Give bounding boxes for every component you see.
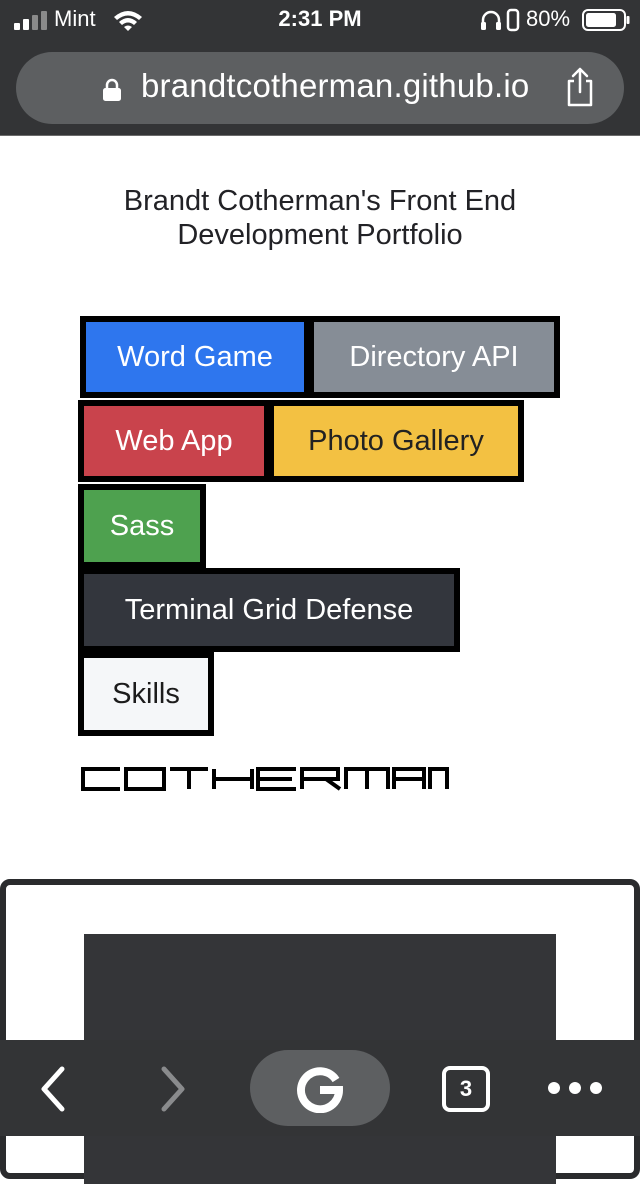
google-search-button[interactable] [250, 1050, 390, 1126]
url-text[interactable]: brandtcotherman.github.io [141, 67, 529, 105]
address-bar[interactable]: brandtcotherman.github.io [16, 52, 624, 124]
button-label: Photo Gallery [308, 424, 484, 457]
lock-icon [103, 78, 121, 101]
browser-toolbar: 3 [0, 1040, 640, 1136]
battery-icon [582, 9, 630, 31]
button-label: Web App [115, 424, 233, 457]
button-label: Word Game [117, 340, 273, 373]
back-icon[interactable] [34, 1064, 74, 1114]
tabs-button[interactable]: 3 [442, 1066, 490, 1112]
web-app-button[interactable]: Web App [78, 400, 270, 482]
button-label: Terminal Grid Defense [124, 593, 414, 626]
battery-percent: 80% [526, 6, 571, 31]
status-bar: Mint 2:31 PM 80% [0, 0, 640, 40]
directory-api-button[interactable]: Directory API [308, 316, 560, 398]
photo-gallery-button[interactable]: Photo Gallery [268, 400, 524, 482]
address-bar-area: brandtcotherman.github.io [0, 40, 640, 136]
headphones-icon [481, 10, 501, 30]
terminal-grid-defense-button[interactable]: Terminal Grid Defense [78, 568, 460, 652]
orientation-lock-icon [506, 8, 520, 32]
google-icon [297, 1067, 344, 1113]
sass-button[interactable]: Sass [78, 484, 206, 568]
forward-icon[interactable] [152, 1064, 192, 1114]
word-game-button[interactable]: Word Game [80, 316, 310, 398]
page-title: Brandt Cotherman's Front End Development… [123, 185, 517, 251]
skills-button[interactable]: Skills [78, 652, 214, 736]
cotherman-logo [81, 767, 449, 791]
tab-count: 3 [459, 1076, 473, 1101]
button-label: Directory API [349, 340, 519, 373]
button-label: Sass [109, 509, 175, 542]
share-icon[interactable] [564, 66, 596, 108]
button-label: Skills [112, 677, 180, 710]
more-icon[interactable] [546, 1070, 604, 1106]
